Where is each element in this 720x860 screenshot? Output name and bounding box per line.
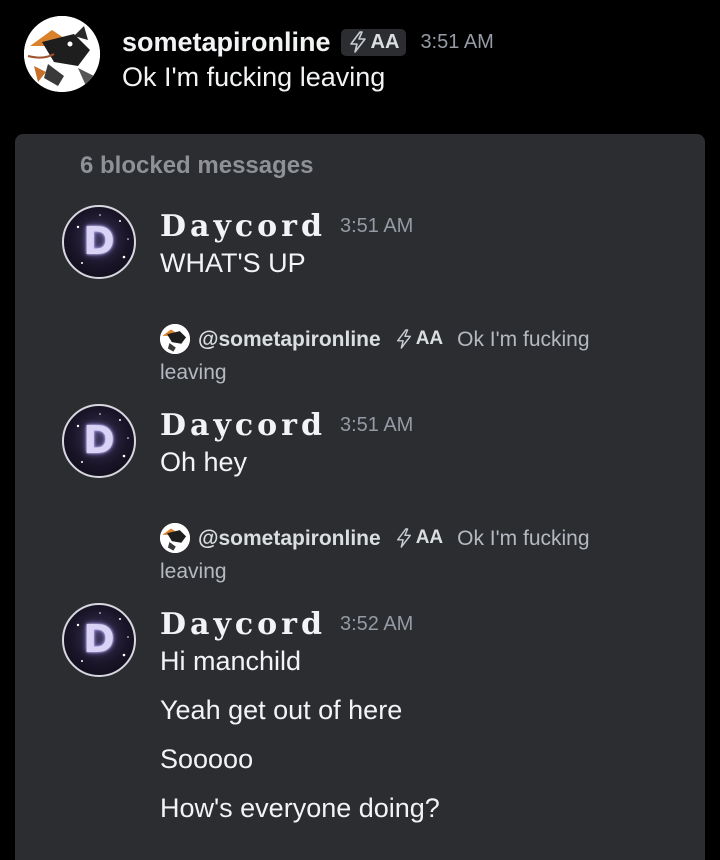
reply-text-end: leaving (160, 560, 227, 583)
guild-tag-label: AA (415, 527, 444, 548)
reply-username[interactable]: @sometapironline (198, 527, 381, 550)
message-header: Daycord 3:52 AM (160, 604, 413, 644)
timestamp: 3:51 AM (420, 30, 494, 53)
message-header: Daycord 3:51 AM (160, 206, 413, 246)
username[interactable]: Daycord (160, 607, 326, 642)
tapir-avatar[interactable] (24, 16, 100, 92)
guild-tag[interactable]: AA (388, 521, 450, 554)
guild-tag-label: AA (415, 328, 444, 349)
username[interactable]: Daycord (160, 408, 326, 443)
reply-text-start: Ok I'm fucking (457, 328, 590, 352)
daycord-avatar[interactable]: D (62, 404, 136, 478)
message-text: Sooooo (160, 744, 254, 774)
guild-tag[interactable]: AA (388, 322, 450, 355)
message-header: Daycord 3:51 AM (160, 405, 413, 445)
daycord-avatar[interactable]: D (62, 603, 136, 677)
message-text: Yeah get out of here (160, 695, 403, 725)
reply-text-end: leaving (160, 361, 227, 384)
timestamp: 3:52 AM (339, 612, 414, 635)
reply-preview[interactable]: @sometapironline AA Ok I'm fucking leaving (160, 521, 630, 587)
lightning-icon (349, 31, 366, 53)
chat-view: sometapironline AA 3:51 AM Ok I'm fuckin… (0, 0, 720, 860)
lightning-icon (396, 527, 411, 548)
reply-username[interactable]: @sometapironline (198, 328, 381, 351)
message-text: Hi manchild (160, 646, 302, 676)
tapir-avatar (160, 323, 190, 354)
reply-text-start: Ok I'm fucking (457, 527, 590, 551)
message-header: sometapironline AA 3:51 AM (122, 22, 494, 62)
message-text: Oh hey (160, 447, 248, 477)
guild-tag-label: AA (370, 30, 400, 53)
blocked-messages-panel: 6 blocked messages D Daycord 3:51 AM WHA… (15, 134, 705, 860)
message-text: Ok I'm fucking leaving (122, 62, 386, 92)
tapir-avatar (160, 522, 190, 553)
guild-tag[interactable]: AA (340, 28, 407, 56)
lightning-icon (396, 328, 411, 349)
message-sometapironline: sometapironline AA 3:51 AM Ok I'm fuckin… (24, 16, 704, 116)
timestamp: 3:51 AM (339, 214, 414, 237)
blocked-messages-toggle[interactable]: 6 blocked messages (80, 152, 313, 180)
reply-preview[interactable]: @sometapironline AA Ok I'm fucking leaving (160, 322, 630, 388)
message-text: How's everyone doing? (160, 793, 440, 823)
username[interactable]: sometapironline (122, 27, 331, 58)
daycord-avatar[interactable]: D (62, 205, 136, 279)
message-text: WHAT'S UP (160, 248, 306, 278)
username[interactable]: Daycord (160, 209, 326, 244)
timestamp: 3:51 AM (339, 413, 414, 436)
